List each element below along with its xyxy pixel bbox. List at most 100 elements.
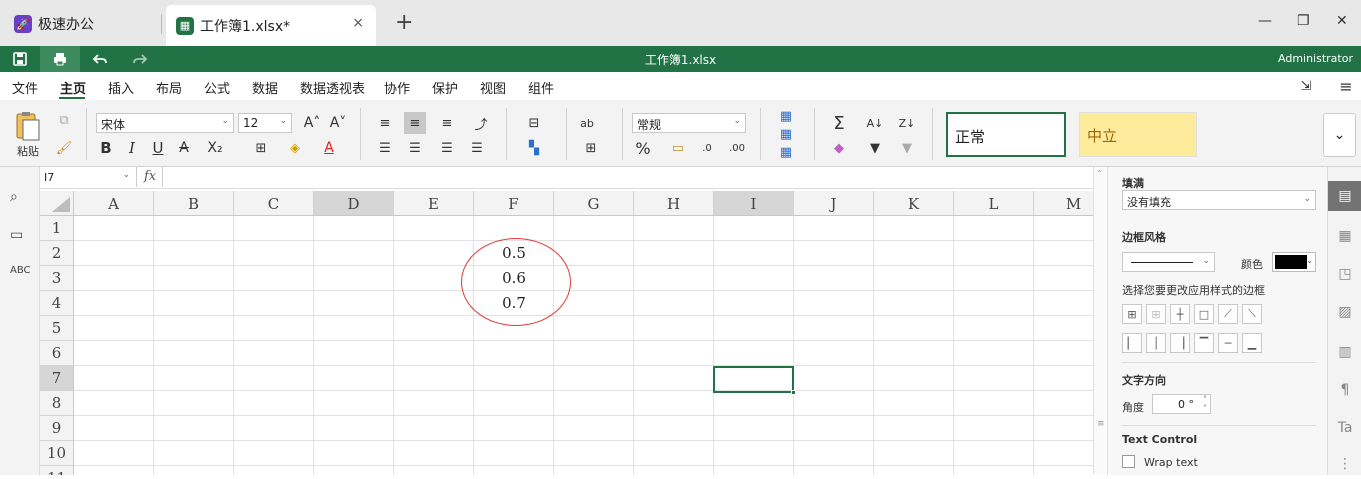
column-header[interactable]: K	[874, 191, 954, 216]
percent-button[interactable]: %	[632, 138, 654, 158]
tab-workbook[interactable]: ▦ 工作簿1.xlsx* ×	[166, 5, 376, 46]
fill-handle[interactable]	[791, 390, 796, 395]
currency-icon[interactable]: ▭	[664, 138, 692, 158]
spinner-arrows-icon[interactable]: ˄ ˅	[1203, 395, 1207, 413]
expand-styles-button[interactable]: ⌄	[1323, 113, 1356, 157]
chart-settings-icon[interactable]: ▥	[1328, 337, 1361, 367]
table-settings-icon[interactable]: ▦	[1328, 221, 1361, 251]
center-horizontal-border-icon[interactable]: ─	[1218, 333, 1238, 353]
column-header[interactable]: M	[1034, 191, 1093, 216]
row-header[interactable]: 8	[40, 391, 74, 416]
new-tab-button[interactable]: +	[395, 10, 413, 35]
diagonal-down-border-icon[interactable]: ⟍	[1242, 304, 1262, 324]
subscript-button[interactable]: X₂	[200, 138, 230, 158]
print-button[interactable]	[40, 46, 80, 72]
spreadsheet-grid[interactable]: A B C D E F G H I J K L M 1 2 3 4 5 6 7 …	[40, 191, 1093, 475]
row-header[interactable]: 6	[40, 341, 74, 366]
hamburger-menu-icon[interactable]: ≡	[1336, 77, 1356, 96]
row-header[interactable]: 7	[40, 366, 74, 391]
close-window-button[interactable]: ✕	[1336, 13, 1348, 29]
underline-button[interactable]: U	[148, 138, 168, 158]
row-header[interactable]: 10	[40, 441, 74, 466]
bold-button[interactable]: B	[96, 138, 116, 158]
filter-icon[interactable]: ▼	[864, 137, 886, 159]
sort-ascending-icon[interactable]: A↓	[864, 112, 886, 134]
font-size-select[interactable]: 12 ⌄	[238, 113, 292, 133]
merge-cells-icon[interactable]: ▚	[518, 137, 550, 159]
center-vertical-border-icon[interactable]: │	[1146, 333, 1166, 353]
decrease-decimal-icon[interactable]: .0	[696, 138, 718, 158]
all-borders-icon[interactable]: ⊞	[1122, 304, 1142, 324]
outside-borders-icon[interactable]: □	[1194, 304, 1214, 324]
cell-settings-icon[interactable]: ▤	[1328, 181, 1361, 211]
row-header[interactable]: 3	[40, 266, 74, 291]
text-art-settings-icon[interactable]: Ta	[1328, 413, 1361, 443]
wrap-text-checkbox[interactable]	[1122, 455, 1135, 468]
minimize-button[interactable]: —	[1258, 13, 1272, 29]
column-header[interactable]: L	[954, 191, 1034, 216]
borders-icon[interactable]: ⊞	[248, 138, 274, 158]
text-orientation-icon[interactable]: ⤴	[466, 112, 496, 134]
column-header[interactable]: I	[714, 191, 794, 216]
image-settings-icon[interactable]: ▨	[1328, 297, 1361, 327]
top-border-icon[interactable]: ▔	[1194, 333, 1214, 353]
number-format-select[interactable]: 常规 ⌄	[632, 113, 746, 133]
format-painter-icon[interactable]: 🖌	[54, 138, 74, 158]
copy-icon[interactable]: ⧉	[54, 110, 74, 130]
row-header[interactable]: 4	[40, 291, 74, 316]
inner-borders-icon[interactable]: ⊞	[1146, 304, 1166, 324]
column-header[interactable]: B	[154, 191, 234, 216]
ellipse-shape[interactable]	[461, 238, 571, 326]
sort-descending-icon[interactable]: Z↓	[896, 112, 918, 134]
row-header[interactable]: 9	[40, 416, 74, 441]
menu-home[interactable]: 主页	[60, 78, 86, 97]
wrap-text-icon[interactable]: ⊟	[518, 112, 550, 134]
inside-borders-icon[interactable]: ┼	[1170, 304, 1190, 324]
shape-settings-icon[interactable]: ◳	[1328, 259, 1361, 289]
spellcheck-icon[interactable]: ab	[576, 112, 598, 134]
column-header[interactable]: F	[474, 191, 554, 216]
close-tab-icon[interactable]: ×	[352, 15, 364, 31]
align-right-icon[interactable]: ☰	[436, 137, 458, 159]
align-middle-icon[interactable]: ≡	[404, 112, 426, 134]
open-location-icon[interactable]: ⇲	[1296, 77, 1316, 95]
align-top-icon[interactable]: ≡	[374, 112, 396, 134]
menu-view[interactable]: 视图	[480, 78, 506, 97]
increase-font-button[interactable]: A˄	[302, 113, 322, 133]
paste-button[interactable]	[12, 110, 44, 142]
column-header[interactable]: A	[74, 191, 154, 216]
comment-icon[interactable]: ▭	[10, 227, 23, 243]
font-family-select[interactable]: 宋体 ⌄	[96, 113, 234, 133]
row-header[interactable]: 1	[40, 216, 74, 241]
cell-style-icon[interactable]: ▦	[772, 144, 800, 160]
right-border-icon[interactable]: ▕	[1170, 333, 1190, 353]
border-color-picker[interactable]: ⌄	[1272, 252, 1316, 272]
justify-icon[interactable]: ☰	[466, 137, 488, 159]
decrease-font-button[interactable]: A˅	[328, 113, 348, 133]
search-icon[interactable]: ⌕	[10, 189, 18, 205]
insert-cells-icon[interactable]: ⊞	[576, 137, 606, 159]
row-header[interactable]: 11	[40, 466, 74, 475]
border-line-style-select[interactable]: ⌄	[1122, 252, 1215, 272]
scroll-up-icon[interactable]: ⌃	[1096, 169, 1103, 178]
menu-plugins[interactable]: 组件	[528, 78, 554, 97]
menu-insert[interactable]: 插入	[108, 78, 134, 97]
spellcheck-icon[interactable]: ABC	[10, 265, 31, 276]
tab-app-home[interactable]: 🚀 极速办公	[4, 5, 160, 43]
format-as-table-icon[interactable]: ▦	[772, 126, 800, 142]
column-header[interactable]: C	[234, 191, 314, 216]
clear-icon[interactable]: ◆	[826, 137, 852, 159]
menu-pivot-table[interactable]: 数据透视表	[300, 78, 365, 97]
increase-decimal-icon[interactable]: .00	[726, 138, 748, 158]
align-center-icon[interactable]: ☰	[404, 137, 426, 159]
column-header[interactable]: H	[634, 191, 714, 216]
restore-button[interactable]: ❐	[1297, 13, 1310, 29]
fill-select[interactable]: 没有填充 ⌄	[1122, 190, 1316, 210]
autosum-button[interactable]: Σ	[826, 112, 852, 134]
menu-collaborate[interactable]: 协作	[384, 78, 410, 97]
name-box[interactable]: I7 ⌄	[40, 167, 137, 187]
menu-protect[interactable]: 保护	[432, 78, 458, 97]
fill-color-icon[interactable]: ◈	[280, 138, 310, 158]
scroll-grip-icon[interactable]: ≡	[1097, 419, 1105, 429]
font-color-button[interactable]: A	[316, 138, 342, 158]
